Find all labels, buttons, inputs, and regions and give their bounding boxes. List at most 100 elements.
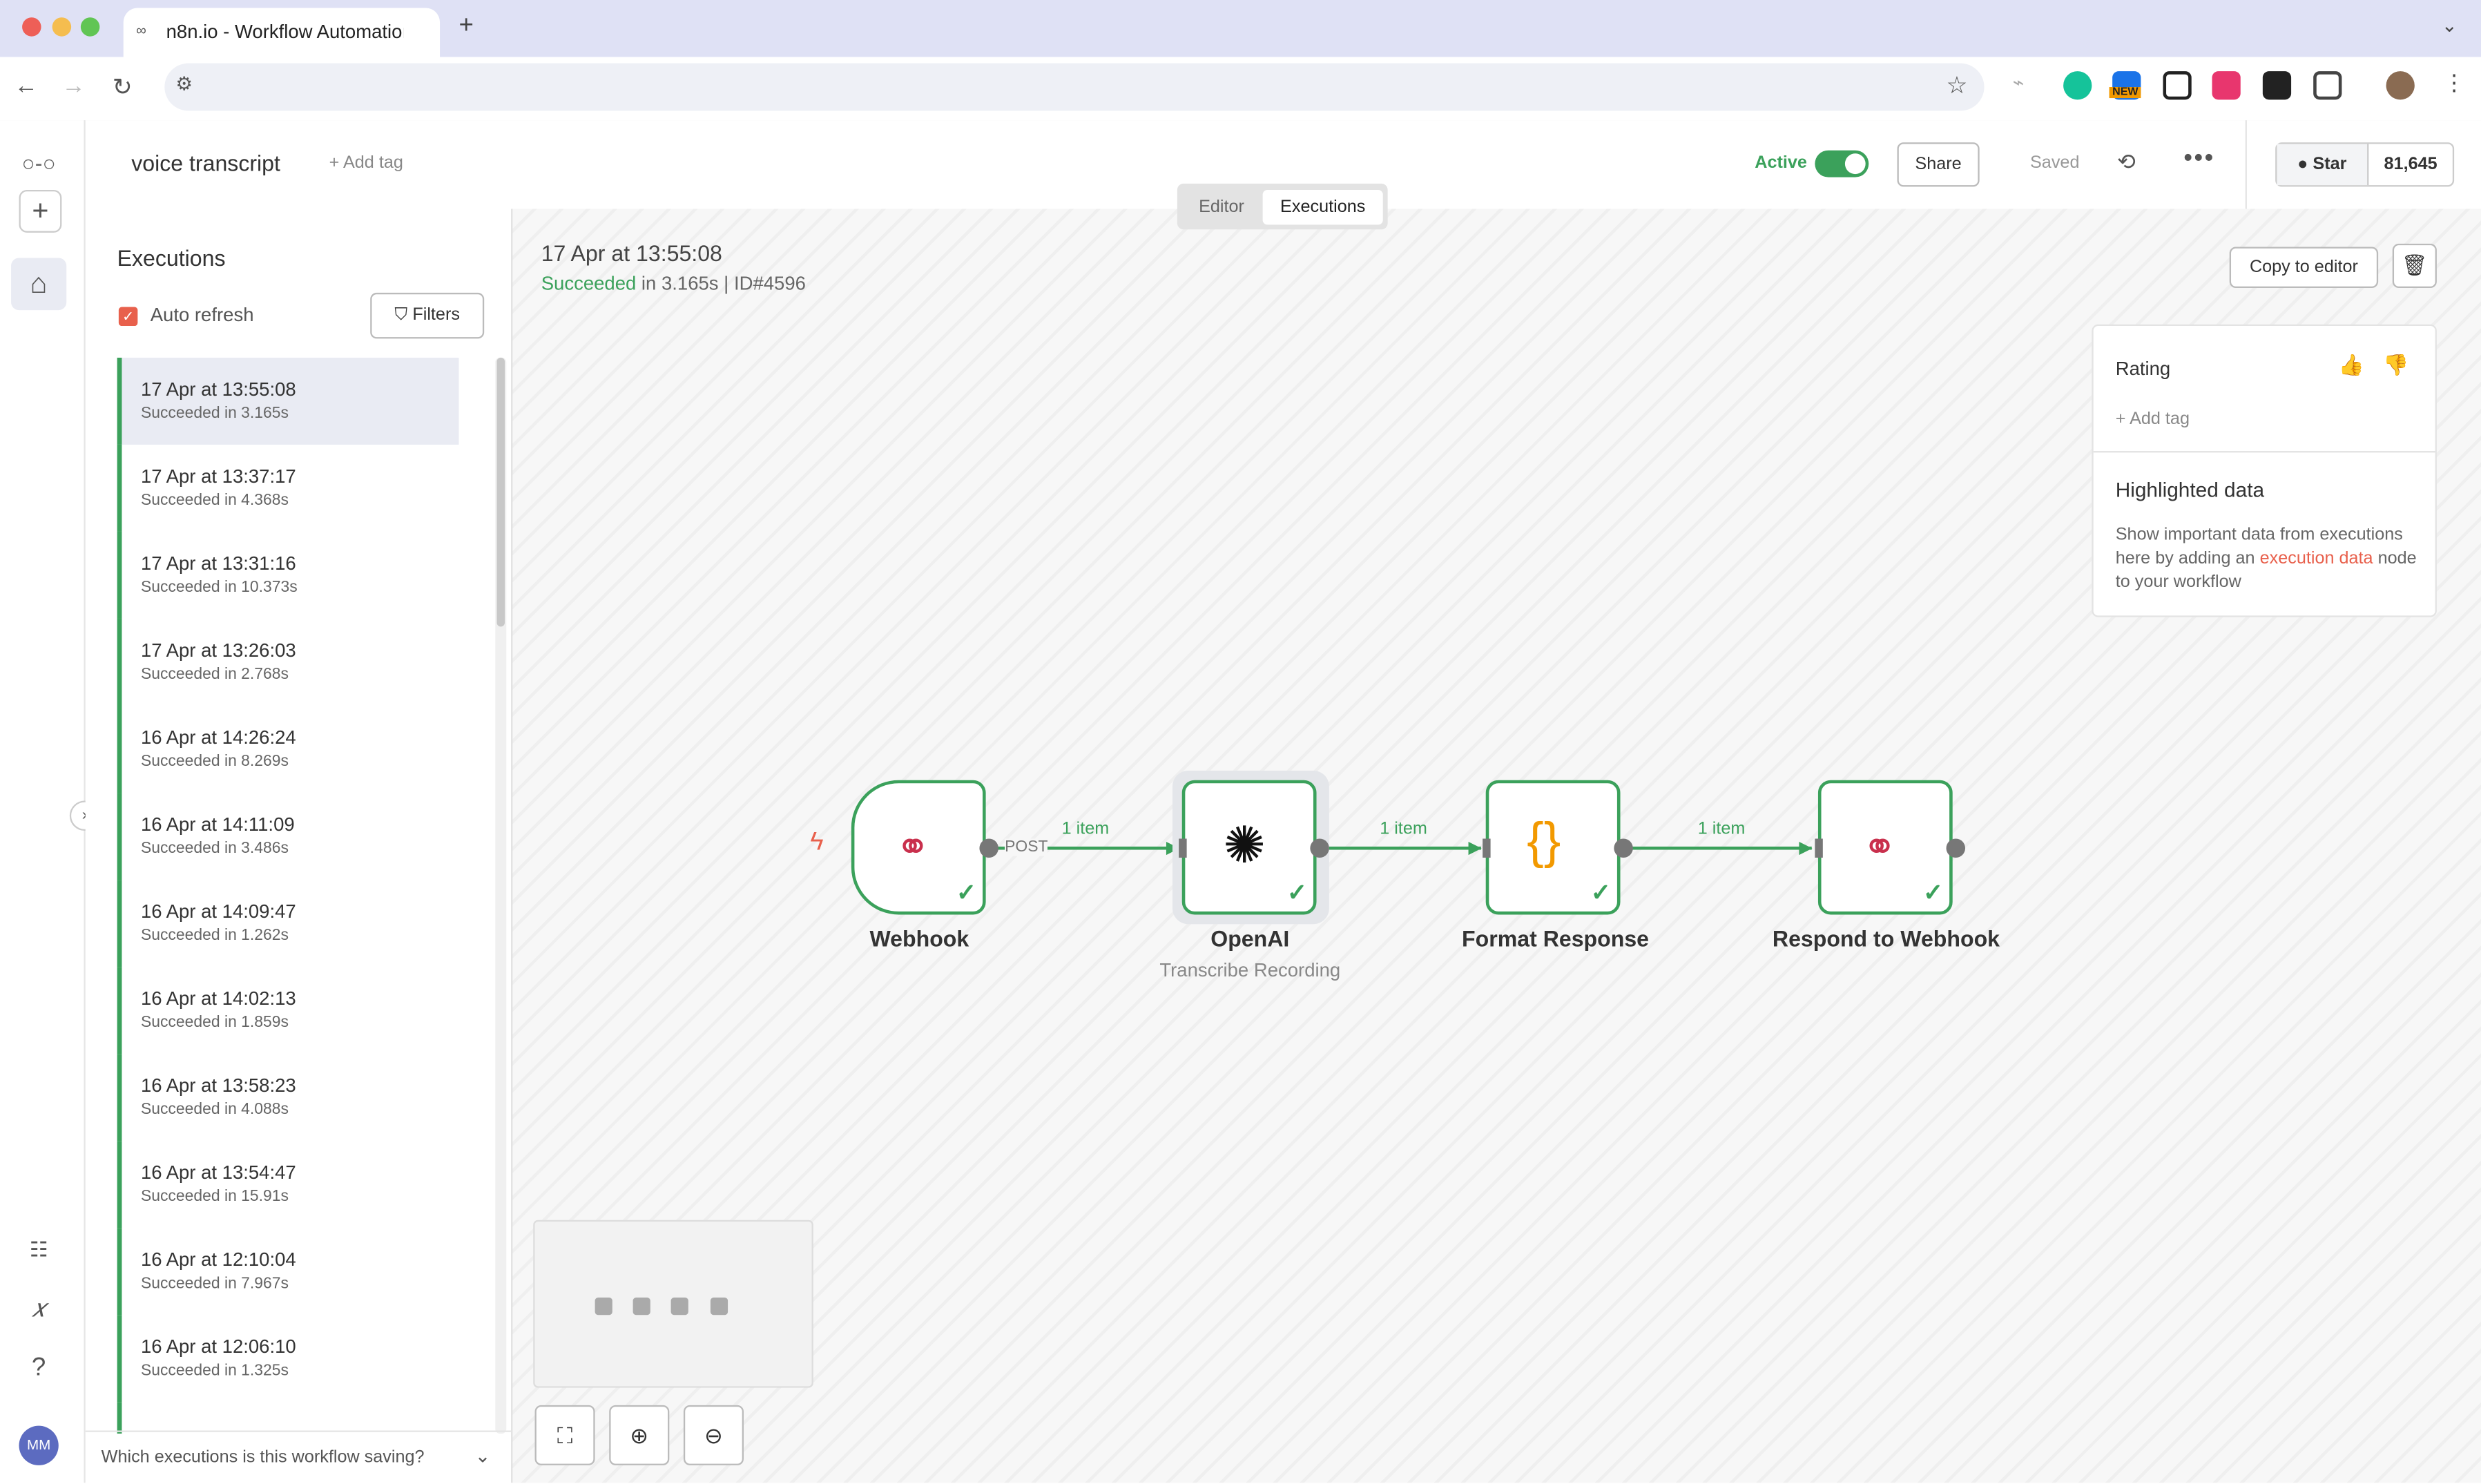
output-port[interactable] xyxy=(1310,838,1329,858)
grammarly-icon[interactable] xyxy=(2063,71,2092,100)
reload-icon[interactable]: ↻ xyxy=(113,73,133,102)
execution-row[interactable]: 16 Apr at 14:02:13 Succeeded in 1.859s xyxy=(117,967,459,1054)
zoom-out-icon[interactable]: ⊖ xyxy=(683,1405,744,1465)
node-webhook[interactable]: ⚭ ✓ xyxy=(851,780,986,915)
tab-executions[interactable]: Executions xyxy=(1262,189,1383,225)
output-port[interactable] xyxy=(979,838,998,858)
execution-date: 16 Apr at 12:10:04 xyxy=(140,1248,296,1271)
fit-view-icon[interactable]: ⛶ xyxy=(534,1405,595,1465)
saving-settings-question[interactable]: Which executions is this workflow saving… xyxy=(85,1430,512,1484)
copy-to-editor-button[interactable]: Copy to editor xyxy=(2229,247,2379,289)
notion-icon[interactable] xyxy=(2163,71,2192,100)
execution-data-link[interactable]: execution data xyxy=(2260,549,2373,568)
n8n-logo-icon[interactable]: ○-○ xyxy=(11,136,66,189)
tab-title: n8n.io - Workflow Automation xyxy=(166,20,404,43)
auto-refresh-label[interactable]: Auto refresh xyxy=(151,304,254,326)
execution-row[interactable]: 16 Apr at 14:09:47 Succeeded in 1.262s xyxy=(117,880,459,967)
history-icon[interactable]: ⟲ xyxy=(2117,148,2136,175)
success-check-icon: ✓ xyxy=(1923,880,1943,907)
output-port[interactable] xyxy=(1614,838,1633,858)
profile-avatar[interactable] xyxy=(2386,71,2415,100)
execution-row[interactable]: 17 Apr at 13:37:17 Succeeded in 4.368s xyxy=(117,444,459,532)
workflow-name[interactable]: voice transcript xyxy=(131,151,280,176)
annotation-panel: Rating 👍👎 + Add tag Highlighted data Sho… xyxy=(2092,324,2437,617)
execution-row[interactable]: 16 Apr at 12:10:04 Succeeded in 7.967s xyxy=(117,1228,459,1316)
items-count-label: 1 item xyxy=(1061,819,1110,839)
tab-list-chevron-icon[interactable]: ⌄ xyxy=(2442,15,2458,37)
panel-add-tag-link[interactable]: + Add tag xyxy=(2116,409,2190,428)
execution-row[interactable]: 17 Apr at 13:55:08 Succeeded in 3.165s xyxy=(117,357,459,445)
connection-openai-format[interactable] xyxy=(1326,846,1481,850)
workflow-canvas[interactable]: 17 Apr at 13:55:08 Succeeded in 3.165s |… xyxy=(512,209,2481,1483)
chevron-down-icon: ⌄ xyxy=(474,1445,491,1467)
github-star-widget[interactable]: ● Star 81,645 xyxy=(2275,142,2455,187)
browser-toolbar: ← → ↻ ⚙ ☆ ⌁ NEW ⋮ xyxy=(0,57,2481,122)
input-port[interactable] xyxy=(1483,838,1491,858)
github-star-button[interactable]: ● Star xyxy=(2277,144,2369,186)
zoom-in-icon[interactable]: ⊕ xyxy=(609,1405,670,1465)
minimap-node xyxy=(633,1298,650,1316)
active-toggle[interactable] xyxy=(1815,150,1869,177)
execution-date: 17 Apr at 13:37:17 xyxy=(140,465,296,488)
add-tag-link[interactable]: + Add tag xyxy=(329,153,403,172)
node-respond-to-webhook[interactable]: ⚭ ✓ xyxy=(1815,780,1953,915)
input-port[interactable] xyxy=(1179,838,1187,858)
share-button[interactable]: Share xyxy=(1897,142,1980,187)
execution-row[interactable]: 16 Apr at 12:06:10 Succeeded in 1.325s xyxy=(117,1315,459,1403)
execution-row[interactable]: 16 Apr at 14:11:09 Succeeded in 3.486s xyxy=(117,793,459,880)
puzzle-icon[interactable] xyxy=(2313,71,2342,100)
user-avatar[interactable]: MM xyxy=(19,1425,59,1465)
variables-icon[interactable]: 𝑥 xyxy=(11,1283,66,1336)
node-openai[interactable]: ✺ ✓ xyxy=(1179,780,1317,915)
extension-dark-icon[interactable] xyxy=(2262,71,2292,100)
minimap[interactable] xyxy=(533,1220,813,1388)
add-workflow-button[interactable]: + xyxy=(19,189,62,233)
execution-status: Succeeded in 4.368s xyxy=(140,492,289,510)
node-format-response[interactable]: {} ✓ xyxy=(1483,780,1621,915)
maximize-window-button[interactable] xyxy=(80,17,100,37)
left-rail: ○-○ + ⌂ › ☷ 𝑥 ? MM xyxy=(0,120,100,1483)
execution-status: Succeeded in 10.373s xyxy=(140,579,298,597)
filters-button[interactable]: ⛉ Filters xyxy=(370,292,485,339)
more-options-icon[interactable]: ••• xyxy=(2183,146,2214,174)
extension-pink-icon[interactable] xyxy=(2212,71,2241,100)
input-port[interactable] xyxy=(1815,838,1823,858)
browser-menu-icon[interactable]: ⋮ xyxy=(2443,70,2465,97)
browser-tab[interactable]: ∞ n8n.io - Workflow Automation xyxy=(123,8,441,57)
execution-row[interactable]: 16 Apr at 13:54:47 Succeeded in 15.91s xyxy=(117,1141,459,1228)
connection-format-respond[interactable] xyxy=(1630,846,1812,850)
success-check-icon: ✓ xyxy=(1286,880,1307,907)
address-bar[interactable]: ⚙ ☆ xyxy=(164,63,1985,111)
execution-row[interactable] xyxy=(117,1402,459,1434)
tab-editor[interactable]: Editor xyxy=(1177,190,1266,224)
delete-execution-icon[interactable]: 🗑 xyxy=(2392,243,2437,289)
execution-row[interactable]: 16 Apr at 13:58:23 Succeeded in 4.088s xyxy=(117,1054,459,1141)
executions-sidebar: Executions ✓ Auto refresh ⛉ Filters 17 A… xyxy=(85,209,513,1484)
execution-status: Succeeded in 3.165s xyxy=(140,405,289,423)
arrow-head-icon: ▶ xyxy=(1468,838,1482,858)
close-window-button[interactable] xyxy=(22,17,41,37)
back-arrow-icon[interactable]: ← xyxy=(15,73,38,99)
execution-status: Succeeded in 4.088s xyxy=(140,1101,289,1119)
minimize-window-button[interactable] xyxy=(52,17,72,37)
templates-icon[interactable]: ☷ xyxy=(11,1223,66,1275)
auto-refresh-checkbox[interactable]: ✓ xyxy=(118,307,138,327)
thumbs-down-icon[interactable]: 👎 xyxy=(2383,353,2428,376)
extension-new-icon[interactable]: NEW xyxy=(2109,71,2142,100)
help-icon[interactable]: ? xyxy=(11,1342,66,1394)
extension-icon[interactable]: ⌁ xyxy=(2013,71,2041,99)
execution-row[interactable]: 17 Apr at 13:26:03 Succeeded in 2.768s xyxy=(117,618,459,706)
execution-row[interactable]: 17 Apr at 13:31:16 Succeeded in 10.373s xyxy=(117,531,459,619)
execution-row[interactable]: 16 Apr at 14:26:24 Succeeded in 8.269s xyxy=(117,706,459,793)
new-tab-button[interactable]: + xyxy=(459,12,474,41)
post-label: POST xyxy=(1005,838,1048,856)
site-settings-icon[interactable]: ⚙ xyxy=(175,73,193,95)
list-scrollbar[interactable] xyxy=(496,357,505,627)
thumbs-up-icon[interactable]: 👍 xyxy=(2339,353,2384,376)
forward-arrow-icon[interactable]: → xyxy=(61,73,85,99)
execution-date: 16 Apr at 14:09:47 xyxy=(140,900,296,923)
home-icon[interactable]: ⌂ xyxy=(11,258,67,311)
execution-status: Succeeded in 8.269s xyxy=(140,753,289,771)
output-port[interactable] xyxy=(1946,838,1966,858)
bookmark-star-icon[interactable]: ☆ xyxy=(1947,71,1968,99)
